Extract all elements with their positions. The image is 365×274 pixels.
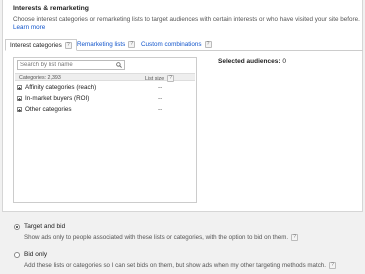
selected-audiences-count: 0 — [282, 58, 286, 65]
selected-audiences-label: Selected audiences: — [218, 58, 281, 65]
tab-label: Interest categories — [10, 42, 62, 50]
tab-label: Remarketing lists — [77, 41, 126, 49]
list-size-label: List size — [145, 75, 165, 82]
category-count: Categories: 2,393 — [19, 75, 61, 81]
section-heading: Interests & remarketing — [13, 5, 89, 12]
list-item-label: In-market buyers (ROI) — [25, 95, 90, 102]
list-item-label: Affinity categories (reach) — [25, 84, 97, 91]
expand-icon[interactable] — [17, 96, 22, 101]
list-item[interactable]: In-market buyers (ROI) -- — [17, 95, 187, 103]
help-icon[interactable]: ? — [204, 41, 212, 48]
list-item-size: -- — [158, 95, 163, 102]
tab-label: Custom combinations — [141, 41, 202, 49]
expand-icon[interactable] — [17, 85, 22, 90]
tab-custom-combinations[interactable]: Custom combinations? — [137, 39, 216, 51]
tab-remarketing-lists[interactable]: Remarketing lists? — [73, 39, 139, 51]
list-item[interactable]: Other categories -- — [17, 106, 187, 114]
help-icon[interactable]: ? — [167, 75, 175, 82]
category-list-panel: Categories: 2,393 List size? Affinity ca… — [13, 57, 197, 203]
target-and-bid-radio[interactable] — [14, 224, 20, 230]
list-item[interactable]: Affinity categories (reach) -- — [17, 84, 187, 92]
learn-more-link[interactable]: Learn more — [13, 24, 45, 31]
list-item-size: -- — [158, 84, 163, 91]
tab-interest-categories[interactable]: Interest categories? — [5, 39, 77, 51]
list-item-label: Other categories — [25, 106, 72, 113]
interests-remarketing-panel: Interests & remarketing Choose interest … — [2, 0, 363, 212]
bid-only-radio[interactable] — [14, 252, 20, 258]
section-description: Choose interest categories or remarketin… — [13, 16, 363, 32]
bid-only-label[interactable]: Bid only — [24, 251, 47, 258]
list-item-size: -- — [158, 106, 163, 113]
help-icon[interactable]: ? — [328, 262, 336, 269]
help-icon[interactable]: ? — [291, 234, 299, 241]
bid-only-description: Add these lists or categories so I can s… — [24, 262, 336, 269]
help-icon[interactable]: ? — [64, 42, 72, 49]
list-header: Categories: 2,393 List size? — [15, 73, 195, 82]
description-text: Choose interest categories or remarketin… — [13, 16, 360, 23]
target-and-bid-label[interactable]: Target and bid — [24, 223, 65, 230]
target-and-bid-description-text: Show ads only to people associated with … — [24, 234, 289, 242]
selected-audiences: Selected audiences: 0 — [218, 58, 286, 65]
expand-icon[interactable] — [17, 107, 22, 112]
target-and-bid-description: Show ads only to people associated with … — [24, 234, 299, 242]
list-size-header: List size? — [145, 75, 175, 82]
bid-only-description-text: Add these lists or categories so I can s… — [24, 262, 326, 270]
tab-bar: Interest categories? Remarketing lists? … — [5, 39, 363, 51]
search-icon[interactable] — [116, 62, 122, 68]
help-icon[interactable]: ? — [128, 41, 136, 48]
search-input[interactable] — [17, 60, 125, 70]
